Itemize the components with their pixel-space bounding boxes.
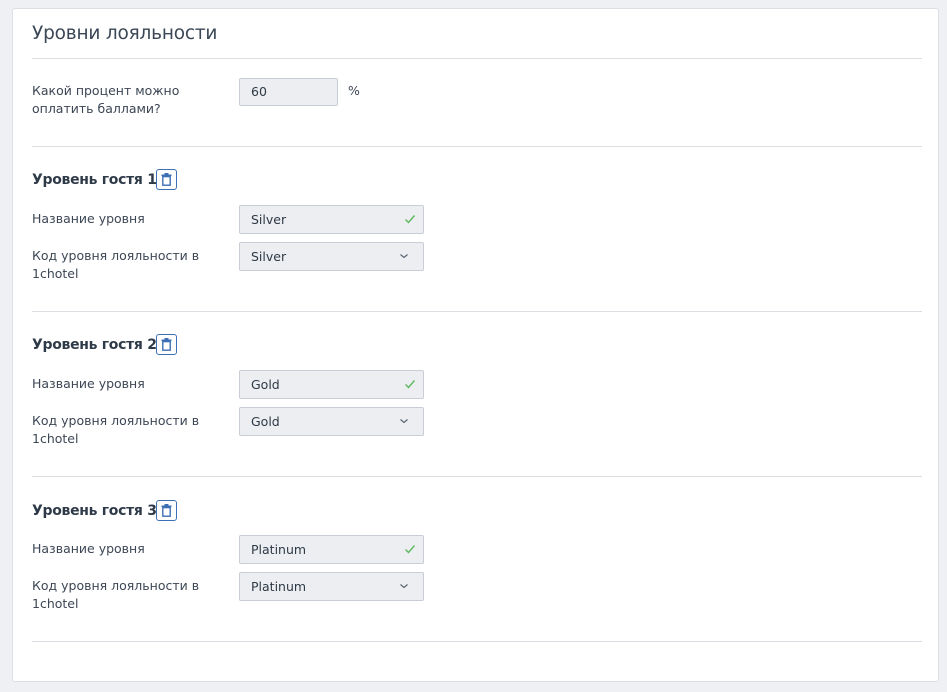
level-1-name-input[interactable]: Silver (239, 205, 424, 234)
divider (32, 641, 922, 642)
trash-icon (161, 504, 172, 517)
level-3-name-label: Название уровня (32, 541, 145, 556)
level-2-code-select[interactable]: Gold (239, 407, 424, 436)
level-1-name-value: Silver (251, 212, 287, 227)
check-icon (405, 380, 416, 389)
level-2-name-input[interactable]: Gold (239, 370, 424, 399)
level-1-code-value: Silver (251, 249, 287, 264)
level-1-delete-button[interactable] (156, 169, 177, 190)
level-3-delete-button[interactable] (156, 500, 177, 521)
level-3-title: Уровень гостя 3 (32, 503, 157, 519)
level-2-name-value: Gold (251, 377, 280, 392)
divider (32, 311, 922, 312)
level-2-code-value: Gold (251, 414, 280, 429)
chevron-down-icon (400, 584, 408, 589)
payment-percent-value: 60 (251, 84, 267, 99)
level-1-code-select[interactable]: Silver (239, 242, 424, 271)
trash-icon (161, 338, 172, 351)
divider (32, 58, 922, 59)
level-3-code-select[interactable]: Platinum (239, 572, 424, 601)
level-2-title: Уровень гостя 2 (32, 337, 157, 353)
level-1-name-label: Название уровня (32, 211, 145, 226)
percent-unit: % (348, 83, 360, 98)
loyalty-levels-card: Уровни лояльности Какой процент можно оп… (12, 8, 939, 682)
level-1-title: Уровень гостя 1 (32, 172, 157, 188)
payment-percent-input[interactable]: 60 (239, 78, 338, 106)
payment-percent-label: Какой процент можно оплатить баллами? (32, 83, 180, 116)
chevron-down-icon (400, 254, 408, 259)
level-1-code-label: Код уровня лояльности в 1chotel (32, 248, 200, 281)
level-3-code-label: Код уровня лояльности в 1chotel (32, 578, 200, 611)
divider (32, 146, 922, 147)
level-3-name-input[interactable]: Platinum (239, 535, 424, 564)
divider (32, 476, 922, 477)
check-icon (405, 545, 416, 554)
level-3-name-value: Platinum (251, 542, 307, 557)
chevron-down-icon (400, 419, 408, 424)
level-2-name-label: Название уровня (32, 376, 145, 391)
level-2-code-label: Код уровня лояльности в 1chotel (32, 413, 200, 446)
page-title: Уровни лояльности (32, 23, 218, 44)
trash-icon (161, 173, 172, 186)
level-2-delete-button[interactable] (156, 334, 177, 355)
check-icon (405, 215, 416, 224)
level-3-code-value: Platinum (251, 579, 307, 594)
